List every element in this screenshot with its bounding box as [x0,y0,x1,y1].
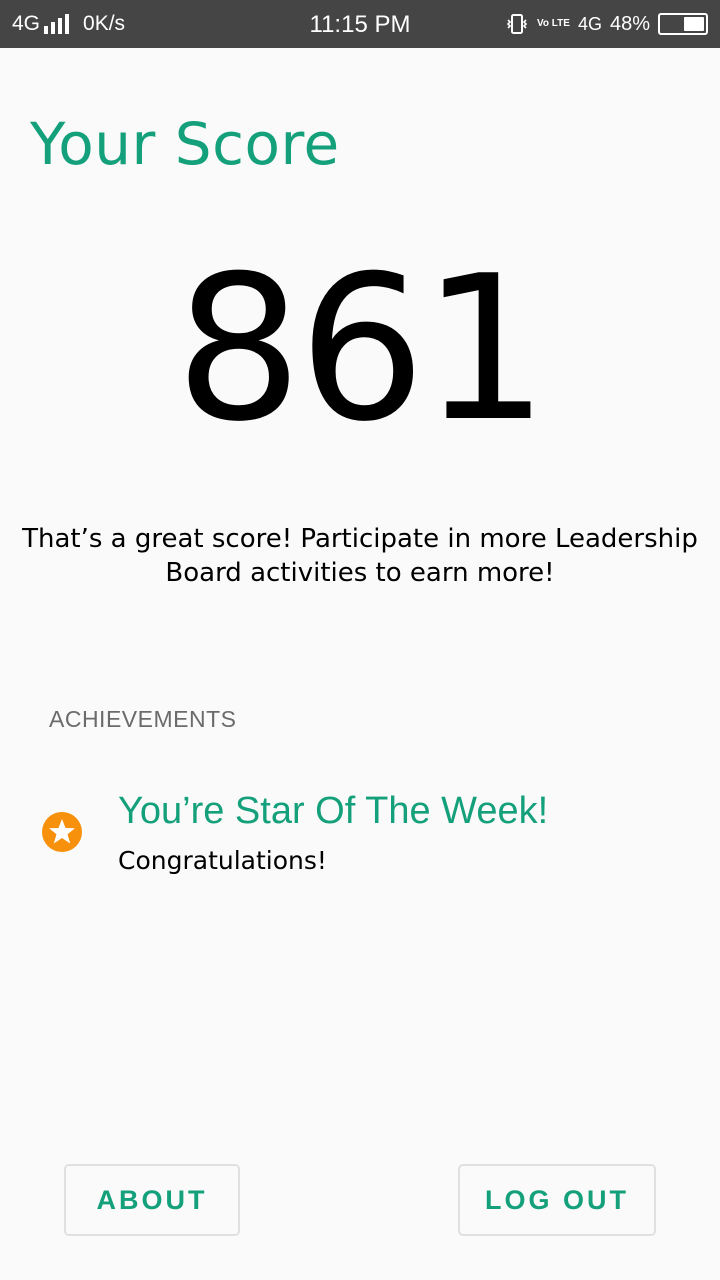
achievement-title: You’re Star Of The Week! [118,790,549,832]
score-message: That’s a great score! Participate in mor… [22,524,698,588]
battery-percent: 48% [609,12,650,35]
battery-fill [684,17,704,31]
star-badge-icon [42,812,82,852]
score-value: 861 [175,233,549,466]
battery-icon [658,13,708,35]
achievement-item: You’re Star Of The Week! Congratulations… [0,790,720,890]
volte-indicator: Vo LTE [536,18,570,29]
achievement-subtitle: Congratulations! [118,846,327,875]
page-title: Your Score [30,110,340,178]
status-right: Vo LTE 4G 48% [505,0,708,48]
status-bar: 4G 0K/s 11:15 PM Vo LTE 4G 48% [0,0,720,48]
about-button[interactable]: ABOUT [64,1164,240,1236]
vibrate-icon [506,14,528,34]
logout-button[interactable]: LOG OUT [458,1164,656,1236]
mobile-data-indicator: 4G [577,14,602,34]
achievements-header: ACHIEVEMENTS [49,706,237,732]
